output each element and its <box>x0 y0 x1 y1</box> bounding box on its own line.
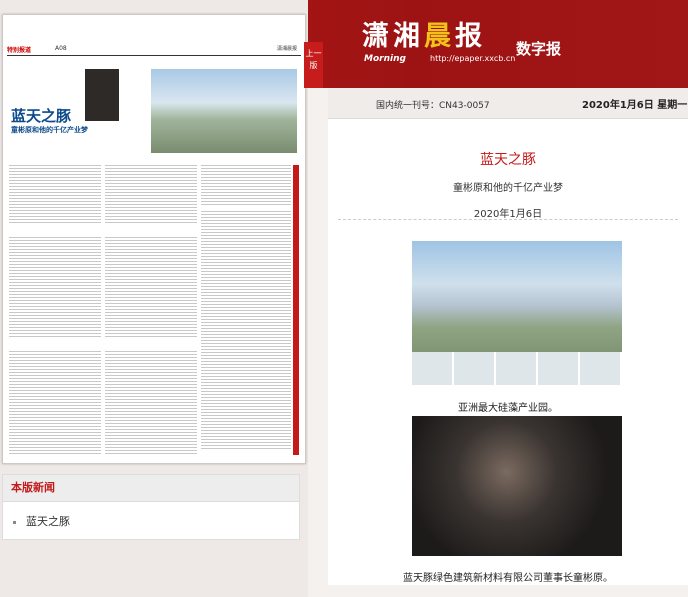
photo-caption: 亚洲最大硅藻产业园。 <box>458 403 558 414</box>
paper-headline: 蓝天之豚 <box>11 107 72 125</box>
photo-thumbnail-strip <box>412 352 622 385</box>
paper-text-block <box>9 237 101 337</box>
newspaper-page-thumbnail[interactable]: 特别报道 A08 潇湘晨报 蓝天之豚 童彬原和他的千亿产业梦 <box>2 14 306 464</box>
issue-info-bar: 国内统一刊号：CN43-0057 2020年1月6日 星期一 <box>328 88 688 119</box>
paper-aerial-photo <box>151 69 297 153</box>
industrial-park-photo <box>412 241 622 385</box>
paper-text-block <box>105 165 197 225</box>
paper-header-rule <box>7 55 301 56</box>
paper-sidebar-rule <box>293 165 299 455</box>
paper-text-block <box>105 351 197 455</box>
newspaper-logo[interactable]: 潇湘晨报 Morning <box>362 14 486 64</box>
article-divider <box>338 219 678 220</box>
article-subtitle: 童彬原和他的千亿产业梦 <box>453 183 563 194</box>
paper-text-block <box>201 211 291 451</box>
paper-subheadline: 童彬原和他的千亿产业梦 <box>11 126 88 134</box>
article-date: 2020年1月6日 <box>473 209 543 220</box>
logo-text: 潇湘晨报 <box>362 21 486 52</box>
news-link[interactable]: 蓝天之豚 <box>13 513 70 529</box>
news-box-header: 本版新闻 <box>3 475 299 502</box>
issue-date: 2020年1月6日 星期一 <box>582 100 688 111</box>
article-panel: 蓝天之豚 童彬原和他的千亿产业梦 2020年1月6日 亚洲最大硅藻产业园。 蓝天… <box>328 119 688 585</box>
paper-text-block <box>9 351 101 455</box>
paper-section-label: 特别报道 <box>7 47 32 54</box>
paper-text-block <box>201 165 291 205</box>
previous-page-tab[interactable]: 上一版 <box>304 42 323 88</box>
paper-text-block <box>105 237 197 337</box>
article-title: 蓝天之豚 <box>480 152 536 168</box>
bullet-icon <box>13 520 16 524</box>
logo-english: Morning <box>364 54 406 64</box>
chairman-portrait-photo <box>412 416 622 556</box>
paper-text-block <box>9 165 101 225</box>
paper-brand: 潇湘晨报 <box>276 46 297 52</box>
photo-caption: 蓝天豚绿色建筑新材料有限公司董事长童彬原。 <box>403 573 613 584</box>
paper-page-number: A08 <box>55 45 67 52</box>
digital-edition-label: 数字报 <box>516 40 562 58</box>
paper-portrait-photo <box>85 69 119 121</box>
site-url[interactable]: http://epaper.xxcb.cn <box>430 54 515 63</box>
issn-label: 国内统一刊号：CN43-0057 <box>376 101 490 111</box>
page-news-box: 本版新闻 蓝天之豚 <box>2 474 300 540</box>
